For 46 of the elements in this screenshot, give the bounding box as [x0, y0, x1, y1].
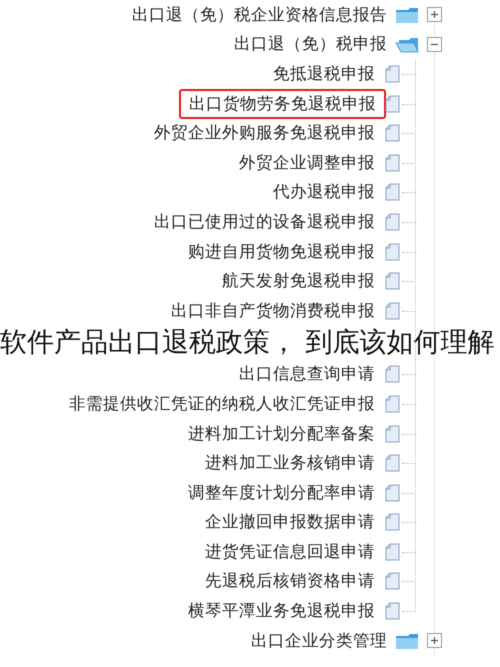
tree-item[interactable]: 进货凭证信息回退申请: [200, 538, 380, 566]
expand-toggle[interactable]: [427, 7, 442, 22]
tree-item[interactable]: 进料加工业务核销申请: [200, 449, 380, 478]
document-icon: [385, 94, 400, 113]
tree-item[interactable]: 航天发射免退税申报: [217, 267, 380, 296]
tree-item[interactable]: 非需提供收汇凭证的纳税人收汇凭证申报: [64, 390, 380, 418]
tree-item[interactable]: 先退税后核销资格申请: [200, 567, 380, 596]
document-icon: [385, 572, 400, 590]
tree-item[interactable]: 进料加工计划分配率备案: [183, 420, 380, 448]
tree-item[interactable]: 购进自用货物免退税申报: [183, 238, 380, 266]
tree-folder-label[interactable]: 出口退（免）税申报: [229, 30, 392, 58]
tree-item[interactable]: 出口货物劳务免退税申报: [179, 88, 386, 119]
expand-toggle[interactable]: [427, 633, 442, 648]
folder-icon: [395, 6, 419, 24]
tree-item[interactable]: 调整年度计划分配率申请: [183, 478, 380, 507]
tree-item[interactable]: 横琴平潭业务免退税申报: [183, 597, 380, 626]
tree-item[interactable]: 出口已使用过的设备退税申报: [149, 208, 380, 236]
document-icon: [385, 154, 400, 172]
caption-overlay: 软件产品出口退税政策， 到底该如何理解: [0, 326, 495, 360]
collapse-toggle[interactable]: [427, 36, 442, 52]
tree-item[interactable]: 出口非自产货物消费税申报: [166, 296, 380, 325]
document-icon: [385, 183, 400, 202]
document-icon: [385, 542, 400, 561]
document-icon: [385, 124, 400, 142]
tree-item[interactable]: 外贸企业外购服务免退税申报: [149, 119, 380, 148]
open-folder-icon: [395, 35, 419, 54]
tree-item[interactable]: 出口信息查询申请: [234, 360, 380, 388]
document-icon: [385, 242, 400, 261]
tree-item[interactable]: 免抵退税申报: [268, 60, 380, 88]
document-icon: [385, 272, 400, 290]
document-icon: [385, 394, 400, 413]
document-icon: [385, 212, 400, 231]
document-icon: [385, 484, 400, 502]
document-icon: [385, 302, 400, 320]
tree-folder-label[interactable]: 出口退（免）税企业资格信息报告: [127, 0, 392, 29]
tree-folder-label[interactable]: 出口企业分类管理: [246, 626, 392, 655]
tree-item[interactable]: 外贸企业调整申报: [234, 148, 380, 177]
tree-item[interactable]: 企业撤回申报数据申请: [200, 508, 380, 536]
folder-icon: [395, 632, 419, 650]
document-icon: [385, 602, 400, 620]
document-icon: [385, 365, 400, 384]
document-icon: [385, 64, 400, 83]
document-icon: [385, 454, 400, 472]
document-icon: [385, 513, 400, 532]
document-icon: [385, 424, 400, 443]
tree-item[interactable]: 代办退税申报: [268, 178, 380, 206]
